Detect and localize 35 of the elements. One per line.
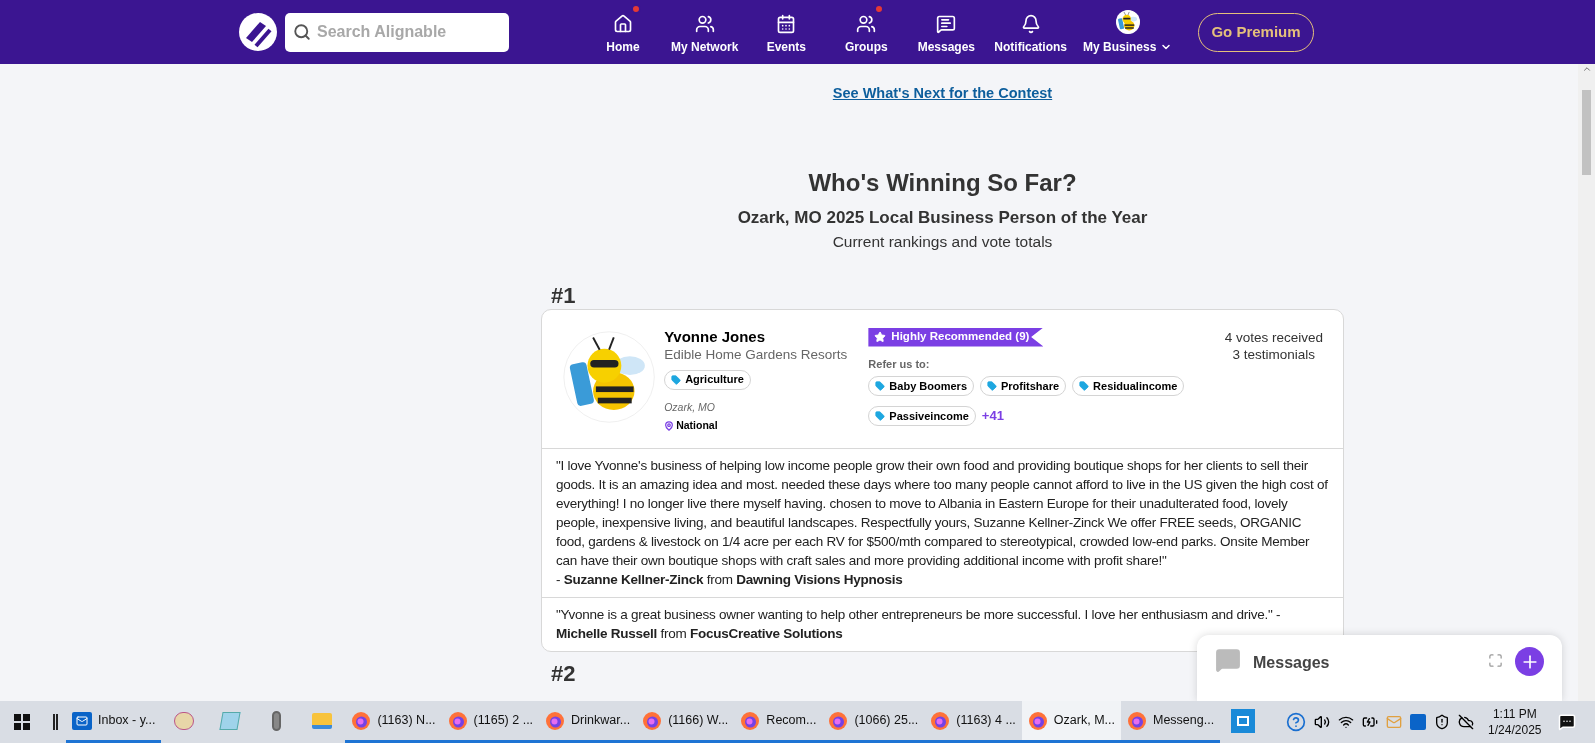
nav-item[interactable]: Notifications [986,0,1076,64]
more-tags-link[interactable]: +41 [981,406,1004,426]
nav-item[interactable]: Groups [826,0,907,64]
votes-count: 4 votes received [1224,328,1323,346]
taskbar-app[interactable]: (1166) W... [636,701,735,743]
reach-text: National [676,418,718,434]
contest-subtitle: Ozark, MO 2025 Local Business Person of the Year [737,206,1148,229]
taskbar-app[interactable]: Inbox - y... [66,701,162,743]
taskbar-app[interactable]: Recom... [734,701,823,743]
contest-link[interactable]: See What's Next for the Contest [832,83,1053,105]
nav-item[interactable]: Messages [906,0,987,64]
rankings-caption: Current rankings and vote totals [832,232,1053,253]
testimonials-count: 3 testimonials [1232,345,1316,363]
testimonial-text: "I love Yvonne's business of helping low income people grow their own food and providing boutique shops for her clients to sell their goods. It is an amazing idea and most. needed these days where too many people cannot afford to live in the US given the high cost of everything! I no longer live there myself having. chosen to move to Albania in Eastern Europe for their unadulterated food, lovely people, inexpensive living, and beautiful landscapes. Respectfully yours, Suzanne Kellner-Zinck We offer FREE seeds, ORGANIC food, gardens & livestock on 1/4 acre per each RV for $500/mth compared to stereotypical, crowded low-end parks. Onsite Member can have their own boutique shops with craft sales and more providing additional income with profit share!" - Suzanne Kellner-Zinck from Dawning Visions Hypnosis [556,457,1329,589]
messages-widget[interactable]: Messages [1197,635,1562,701]
taskbar-app[interactable]: (1163) N... [345,701,442,743]
taskbar-app[interactable]: (1066) 25... [822,701,925,743]
person-name[interactable]: Yvonne Jones [664,327,857,346]
taskbar-app[interactable]: Drinkwar... [539,701,637,743]
nav-item[interactable]: Events [746,0,827,64]
refer-label: Refer us to: [868,356,931,372]
nav-item[interactable]: Home [583,0,663,64]
recommended-badge: Highly Recommended (9) [868,327,1044,347]
taskbar-app[interactable]: (1165) 2 ... [441,701,540,743]
nav-item[interactable]: My Business [1075,0,1181,64]
clock[interactable]: 1:11 PM 1/24/2025 [1488,701,1542,743]
page-heading: Who's Winning So Far? [808,167,1077,198]
rank-label: #1 [551,283,576,308]
business-name[interactable]: Edible Home Gardens Resorts [664,345,857,364]
location-text: Ozark, MO [664,399,716,415]
search-field[interactable]: Search Alignable [285,12,509,52]
nav-item[interactable]: My Network [663,0,747,64]
rank-label: #2 [551,662,576,686]
taskbar-app[interactable]: Messeng... [1120,701,1221,743]
taskbar-app[interactable]: Ozark, M... [1021,701,1121,743]
